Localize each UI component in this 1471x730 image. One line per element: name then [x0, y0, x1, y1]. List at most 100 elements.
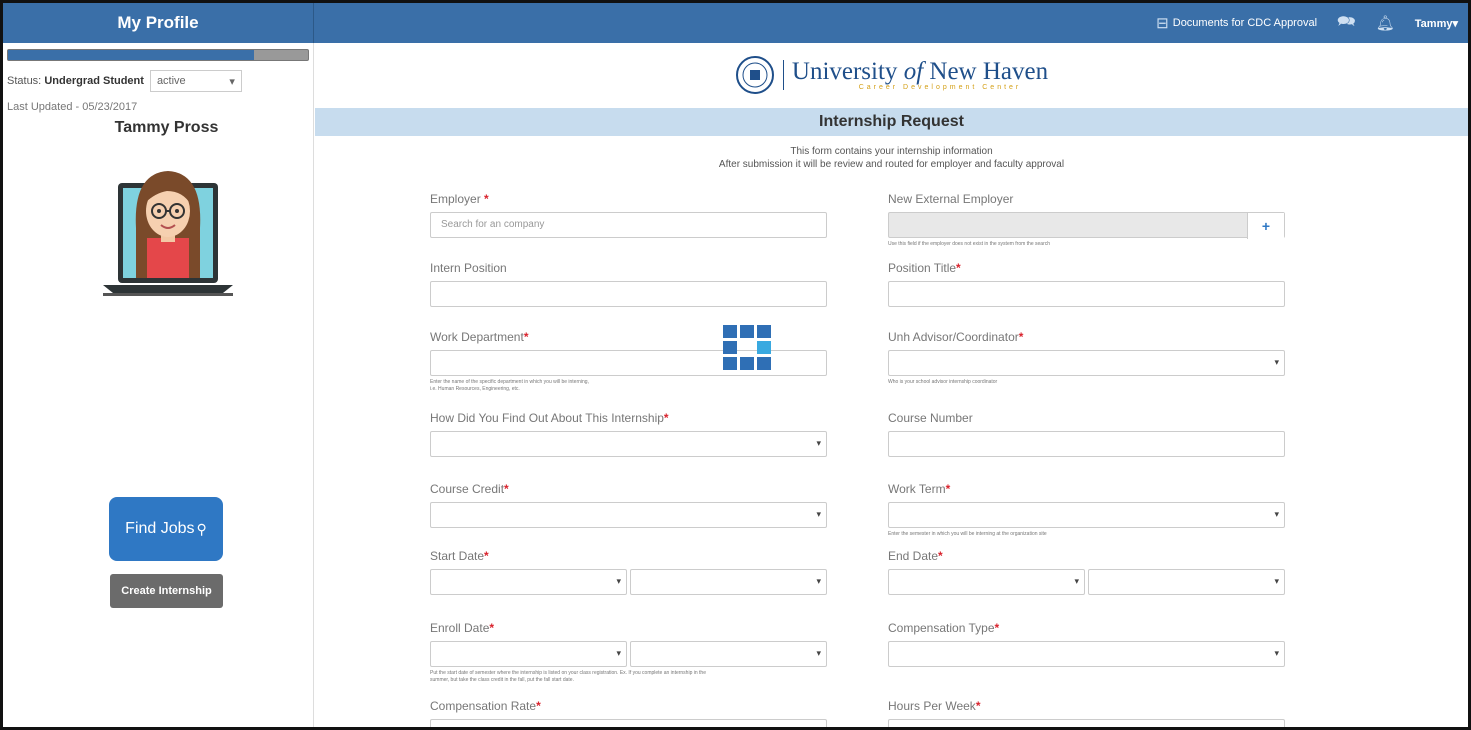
- help-line: summer, but take the class credit in the…: [430, 677, 574, 683]
- advisor-select[interactable]: [888, 350, 1285, 376]
- field-label: Compensation Type*: [888, 621, 1285, 635]
- hours-per-week-label: Hours Per Week: [888, 699, 976, 713]
- start-date-field: Start Date*: [430, 549, 827, 595]
- field-label: Course Credit*: [430, 482, 827, 496]
- field-label: Start Date*: [430, 549, 827, 563]
- profile-progress-fill: [8, 50, 254, 60]
- university-seal-icon: [735, 56, 774, 94]
- help-line: Enter the name of the specific departmen…: [430, 379, 589, 385]
- chat-icon[interactable]: 🗪: [1337, 11, 1356, 36]
- documents-link[interactable]: ⊟ Documents for CDC Approval: [1156, 14, 1317, 32]
- start-month-select[interactable]: [430, 569, 627, 595]
- status-select[interactable]: active ▾: [149, 70, 242, 92]
- advisor-field: Unh Advisor/Coordinator* Who is your sch…: [888, 330, 1285, 386]
- university-name-part: New Haven: [923, 57, 1049, 85]
- how-found-select[interactable]: [430, 431, 827, 457]
- required-mark: *: [484, 192, 489, 206]
- chevron-down-icon: ▾: [229, 75, 235, 88]
- work-department-label: Work Department: [430, 330, 524, 344]
- profile-name: Tammy Pross: [114, 119, 219, 136]
- position-title-input[interactable]: [888, 281, 1285, 307]
- chevron-down-icon: ▾: [1452, 17, 1458, 30]
- work-term-select[interactable]: [888, 502, 1285, 528]
- create-internship-button[interactable]: Create Internship: [110, 574, 223, 608]
- status-text: Status: Undergrad Student: [7, 75, 144, 87]
- course-number-label: Course Number: [888, 411, 973, 425]
- status-select-value: active: [156, 75, 186, 87]
- bell-icon[interactable]: 🔔︎: [1376, 14, 1395, 32]
- employer-field: Employer * Search for an company: [430, 192, 827, 238]
- course-credit-select[interactable]: [430, 502, 827, 528]
- hours-per-week-field: Hours Per Week*: [888, 699, 1285, 727]
- how-found-label: How Did You Find Out About This Internsh…: [430, 411, 664, 425]
- enroll-date-selects: [430, 641, 827, 667]
- enroll-year-select[interactable]: [630, 641, 827, 667]
- end-year-select[interactable]: [1088, 569, 1285, 595]
- advisor-label: Unh Advisor/Coordinator: [888, 330, 1019, 344]
- end-date-selects: [888, 569, 1285, 595]
- app-window: My Profile ⊟ Documents for CDC Approval …: [0, 0, 1471, 730]
- app-title: My Profile: [3, 3, 314, 43]
- profile-progress-bar: [7, 49, 309, 61]
- top-bar-actions: ⊟ Documents for CDC Approval 🗪 🔔︎ Tammy▾: [1156, 3, 1458, 43]
- end-month-select[interactable]: [888, 569, 1085, 595]
- required-mark: *: [536, 699, 541, 713]
- new-employer-field: New External Employer + Use this field i…: [888, 192, 1285, 248]
- enroll-date-field: Enroll Date* Put the start date of semes…: [430, 621, 827, 684]
- required-mark: *: [1018, 330, 1024, 344]
- intro-line: After submission it will be review and r…: [718, 159, 1065, 170]
- compensation-rate-field: Compensation Rate*: [430, 699, 827, 727]
- intern-position-field: Intern Position: [430, 261, 827, 307]
- how-found-field: How Did You Find Out About This Internsh…: [430, 411, 827, 457]
- compensation-type-field: Compensation Type*: [888, 621, 1285, 667]
- top-bar: My Profile ⊟ Documents for CDC Approval …: [3, 3, 1468, 43]
- documents-label: Documents for CDC Approval: [1172, 17, 1318, 29]
- work-term-field: Work Term* Enter the semester in which y…: [888, 482, 1285, 538]
- field-label: End Date*: [888, 549, 1285, 563]
- intern-position-input[interactable]: [430, 281, 827, 307]
- required-mark: *: [484, 549, 489, 563]
- status-row: Status: Undergrad Student active ▾: [7, 70, 242, 92]
- compensation-rate-input[interactable]: [430, 719, 827, 727]
- plus-icon: +: [1261, 218, 1271, 234]
- user-menu[interactable]: Tammy▾: [1415, 17, 1458, 30]
- add-employer-button[interactable]: +: [1247, 213, 1284, 239]
- field-label: How Did You Find Out About This Internsh…: [430, 411, 827, 425]
- compensation-type-select[interactable]: [888, 641, 1285, 667]
- university-name-of: of: [903, 57, 924, 85]
- hours-per-week-input[interactable]: [888, 719, 1285, 727]
- field-label: Work Term*: [888, 482, 1285, 496]
- new-employer-input[interactable]: +: [888, 212, 1285, 239]
- field-help: Use this field if the employer does not …: [888, 241, 1051, 247]
- find-jobs-button[interactable]: Find Jobs ⚲: [109, 497, 223, 561]
- compensation-rate-label: Compensation Rate: [430, 699, 537, 713]
- status-label: Status:: [7, 75, 42, 87]
- course-credit-label: Course Credit: [430, 482, 505, 496]
- avatar: [103, 171, 233, 296]
- required-mark: *: [956, 261, 961, 275]
- employer-search-input[interactable]: Search for an company: [430, 212, 827, 238]
- end-date-field: End Date*: [888, 549, 1285, 595]
- status-value: Undergrad Student: [44, 75, 144, 87]
- field-label: Employer *: [430, 192, 827, 206]
- new-employer-label: New External Employer: [888, 192, 1014, 206]
- loading-spinner-icon: [723, 325, 771, 371]
- enroll-month-select[interactable]: [430, 641, 627, 667]
- required-mark: *: [938, 549, 943, 563]
- start-year-select[interactable]: [630, 569, 827, 595]
- intern-position-label: Intern Position: [430, 261, 507, 275]
- last-updated: Last Updated - 05/23/2017: [7, 101, 138, 113]
- field-help: Who is your school advisor internship co…: [888, 379, 998, 385]
- required-mark: *: [523, 330, 529, 344]
- compensation-type-label: Compensation Type: [888, 621, 995, 635]
- required-mark: *: [994, 621, 1000, 635]
- field-help: Put the start date of semester where the…: [430, 670, 827, 684]
- required-mark: *: [945, 482, 951, 496]
- university-name: University of New Haven: [792, 57, 1049, 85]
- enroll-date-label: Enroll Date: [430, 621, 490, 635]
- field-help: Enter the semester in which you will be …: [888, 531, 1047, 537]
- course-number-input[interactable]: [888, 431, 1285, 457]
- logo-divider: [782, 60, 784, 90]
- intro-line: This form contains your internship infor…: [790, 146, 993, 157]
- help-line: i.e. Human Resources, Engineering, etc.: [430, 386, 520, 392]
